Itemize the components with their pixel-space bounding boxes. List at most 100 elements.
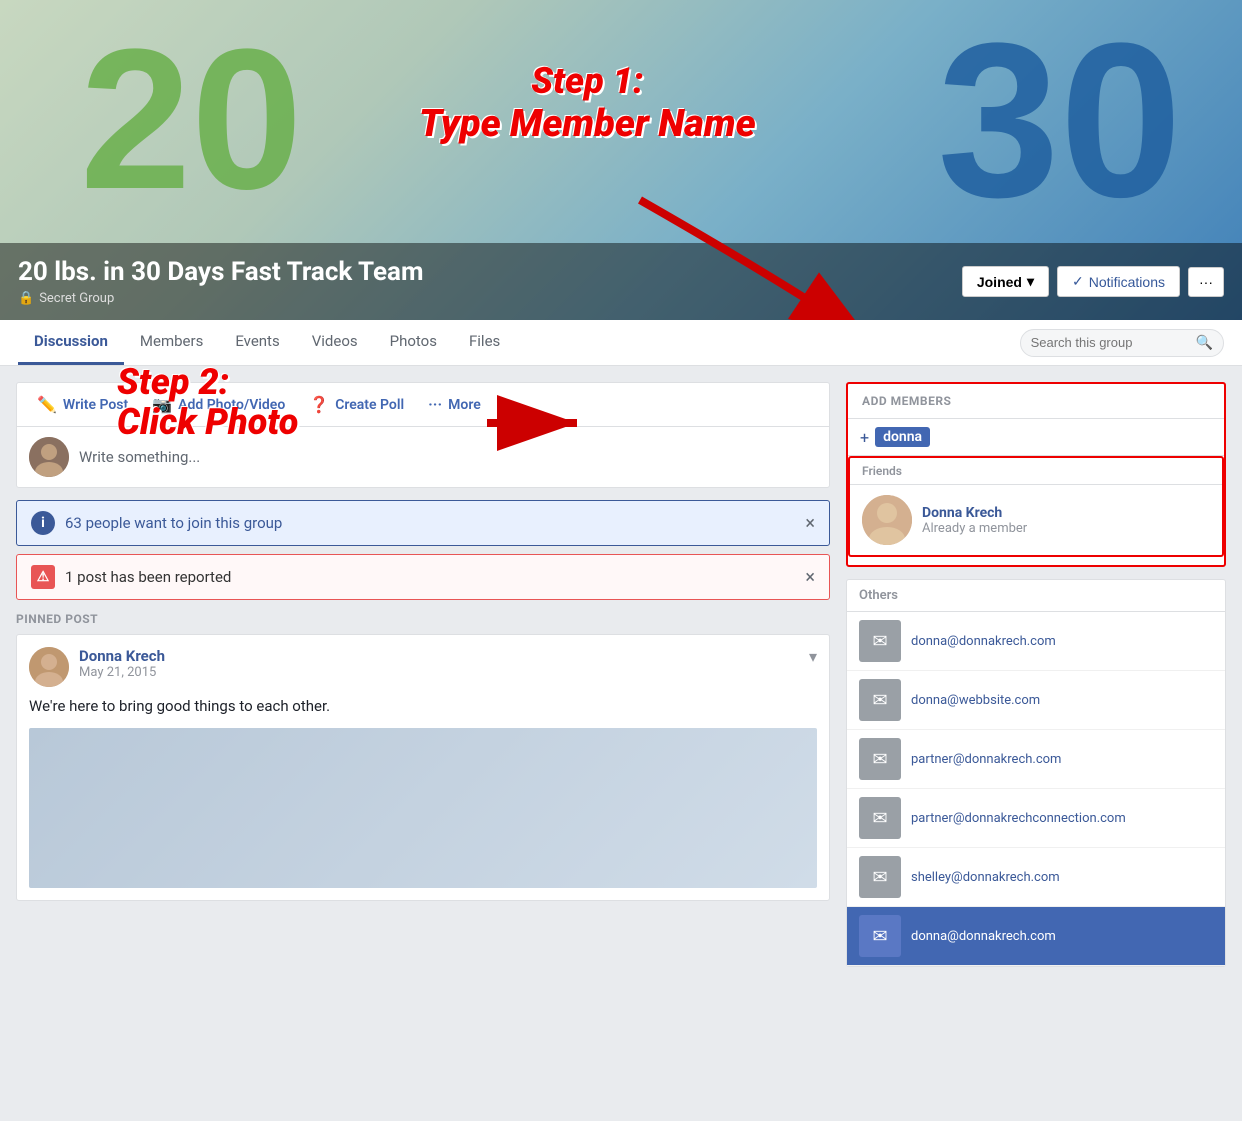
chevron-down-icon: ▾ <box>1027 273 1034 290</box>
add-photo-button[interactable]: 📷 Add Photo/Video <box>140 387 297 422</box>
joined-button[interactable]: Joined ▾ <box>962 266 1049 297</box>
group-info-bar: 20 lbs. in 30 Days Fast Track Team 🔒 Sec… <box>0 243 1242 320</box>
group-type: 🔒 Secret Group <box>18 291 423 306</box>
post-date: May 21, 2015 <box>79 665 165 680</box>
tab-events[interactable]: Events <box>219 320 295 365</box>
post-image <box>29 728 817 888</box>
check-icon: ✓ <box>1072 273 1084 290</box>
email-avatar-1: ✉ <box>859 679 901 721</box>
lock-icon: 🔒 <box>18 291 34 306</box>
ellipsis-icon: ··· <box>1199 274 1213 290</box>
nav-tabs: Discussion Members Events Videos Photos … <box>0 320 1242 366</box>
step1-annotation: Step 1: Type Member Name <box>419 60 756 146</box>
tab-photos[interactable]: Photos <box>374 320 453 365</box>
friend-name: Donna Krech <box>922 505 1027 521</box>
info-banner: i 63 people want to join this group × <box>16 500 830 546</box>
info-banner-close[interactable]: × <box>805 513 815 534</box>
warning-banner-close[interactable]: × <box>805 567 815 588</box>
tab-discussion[interactable]: Discussion <box>18 320 124 365</box>
logo-30: 30 <box>937 10 1182 230</box>
post-content: We're here to bring good things to each … <box>29 695 817 718</box>
left-column: Step 2: Click Photo ✏️ Write Post 📷 Add … <box>16 382 830 967</box>
group-actions: Joined ▾ ✓ Notifications ··· <box>962 266 1224 297</box>
post-header: Donna Krech May 21, 2015 ▾ <box>29 647 817 687</box>
warning-icon: ⚠ <box>31 565 55 589</box>
other-item-1[interactable]: ✉ donna@webbsite.com <box>847 671 1225 730</box>
search-input[interactable] <box>1031 335 1191 350</box>
composer-input-area: Write something... <box>17 427 829 487</box>
notifications-button[interactable]: ✓ Notifications <box>1057 266 1180 297</box>
friend-avatar <box>862 495 912 545</box>
others-section: Others ✉ donna@donnakrech.com ✉ donna@we… <box>846 579 1226 967</box>
email-avatar-2: ✉ <box>859 738 901 780</box>
other-item-4[interactable]: ✉ shelley@donnakrech.com <box>847 848 1225 907</box>
camera-icon: 📷 <box>152 395 172 414</box>
notifications-label: Notifications <box>1089 274 1165 290</box>
pencil-icon: ✏️ <box>37 395 57 414</box>
pinned-label: PINNED POST <box>16 612 830 626</box>
write-post-button[interactable]: ✏️ Write Post <box>25 387 140 422</box>
write-post-label: Write Post <box>63 397 128 413</box>
friends-section: Friends Donna Krech Already a member <box>848 456 1224 557</box>
post-meta: Donna Krech May 21, 2015 <box>79 647 165 680</box>
post-author-avatar <box>29 647 69 687</box>
friend-status: Already a member <box>922 521 1027 536</box>
email-text-3: partner@donnakrechconnection.com <box>911 811 1126 826</box>
other-item-5[interactable]: ✉ donna@donnakrech.com <box>847 907 1225 966</box>
add-members-header: ADD MEMBERS <box>848 384 1224 419</box>
search-icon[interactable]: 🔍 <box>1196 335 1213 351</box>
main-layout: Step 2: Click Photo ✏️ Write Post 📷 Add … <box>0 366 1242 983</box>
post-options-chevron[interactable]: ▾ <box>809 647 817 666</box>
pinned-post: Donna Krech May 21, 2015 ▾ We're here to… <box>16 634 830 901</box>
right-column: ADD MEMBERS + donna Friends <box>846 382 1226 967</box>
warning-banner: ⚠ 1 post has been reported × <box>16 554 830 600</box>
group-search[interactable]: 🔍 <box>1020 329 1224 357</box>
current-user-avatar <box>29 437 69 477</box>
create-poll-button[interactable]: ❓ Create Poll <box>297 387 416 422</box>
more-button[interactable]: ··· More <box>416 387 493 422</box>
email-text-2: partner@donnakrech.com <box>911 752 1061 767</box>
other-item-2[interactable]: ✉ partner@donnakrech.com <box>847 730 1225 789</box>
info-banner-text: 63 people want to join this group <box>65 514 795 532</box>
create-poll-label: Create Poll <box>335 397 404 413</box>
email-avatar-0: ✉ <box>859 620 901 662</box>
composer-actions: ✏️ Write Post 📷 Add Photo/Video ❓ Create… <box>17 383 829 427</box>
post-composer: Step 2: Click Photo ✏️ Write Post 📷 Add … <box>16 382 830 488</box>
tab-files[interactable]: Files <box>453 320 516 365</box>
email-avatar-5: ✉ <box>859 915 901 957</box>
group-name: 20 lbs. in 30 Days Fast Track Team <box>18 257 423 287</box>
email-text-0: donna@donnakrech.com <box>911 634 1056 649</box>
more-icon: ··· <box>428 395 442 414</box>
more-label: More <box>448 397 481 413</box>
group-info-left: 20 lbs. in 30 Days Fast Track Team 🔒 Sec… <box>18 257 423 306</box>
group-type-text: Secret Group <box>39 291 114 306</box>
email-text-5: donna@donnakrech.com <box>911 929 1056 944</box>
add-members-input-row: + donna <box>848 419 1224 456</box>
friends-label: Friends <box>850 458 1222 485</box>
add-photo-label: Add Photo/Video <box>178 397 285 413</box>
email-text-4: shelley@donnakrech.com <box>911 870 1060 885</box>
composer-placeholder[interactable]: Write something... <box>79 448 817 466</box>
add-members-panel: ADD MEMBERS + donna Friends <box>846 382 1226 567</box>
more-options-button[interactable]: ··· <box>1188 267 1224 297</box>
others-label: Others <box>847 580 1225 612</box>
tab-videos[interactable]: Videos <box>296 320 374 365</box>
cover-area: 20 30 Step 1: Type Member Name 20 lbs. i… <box>0 0 1242 320</box>
info-icon: i <box>31 511 55 535</box>
friend-item[interactable]: Donna Krech Already a member <box>850 485 1222 555</box>
logo-20: 20 <box>80 20 302 220</box>
joined-label: Joined <box>977 274 1022 290</box>
email-avatar-4: ✉ <box>859 856 901 898</box>
other-item-0[interactable]: ✉ donna@donnakrech.com <box>847 612 1225 671</box>
email-avatar-3: ✉ <box>859 797 901 839</box>
tab-members[interactable]: Members <box>124 320 219 365</box>
friend-info: Donna Krech Already a member <box>922 505 1027 536</box>
member-search-tag[interactable]: donna <box>875 427 930 447</box>
add-member-icon: + <box>860 428 869 447</box>
step1-title: Step 1: <box>419 60 756 102</box>
step1-subtitle: Type Member Name <box>419 102 756 146</box>
warning-banner-text: 1 post has been reported <box>65 568 795 586</box>
other-item-3[interactable]: ✉ partner@donnakrechconnection.com <box>847 789 1225 848</box>
poll-icon: ❓ <box>309 395 329 414</box>
post-author-name[interactable]: Donna Krech <box>79 647 165 665</box>
